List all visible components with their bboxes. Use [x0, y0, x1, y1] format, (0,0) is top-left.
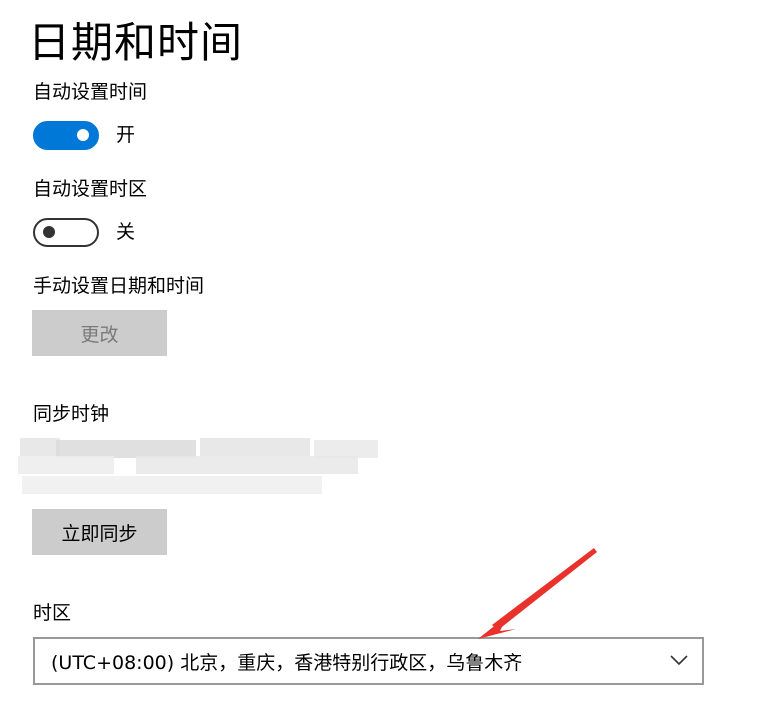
- page-title: 日期和时间: [28, 18, 244, 67]
- sync-now-button[interactable]: 立即同步: [32, 509, 167, 555]
- auto-time-state: 开: [116, 124, 136, 146]
- timezone-label: 时区: [33, 602, 72, 624]
- chevron-down-icon: [670, 655, 688, 665]
- auto-time-label: 自动设置时间: [33, 81, 148, 103]
- timezone-dropdown[interactable]: (UTC+08:00) 北京，重庆，香港特别行政区，乌鲁木齐: [33, 637, 704, 685]
- toggle-knob: [77, 129, 89, 141]
- auto-timezone-label: 自动设置时区: [33, 178, 148, 200]
- auto-time-toggle[interactable]: [33, 120, 99, 150]
- auto-time-toggle-row: 开: [33, 119, 135, 151]
- toggle-knob: [43, 226, 55, 238]
- auto-timezone-toggle-row: 关: [33, 216, 135, 248]
- annotation-arrow-icon: [478, 548, 597, 639]
- sync-clock-label: 同步时钟: [33, 403, 110, 425]
- timezone-selected-value: (UTC+08:00) 北京，重庆，香港特别行政区，乌鲁木齐: [51, 651, 523, 674]
- change-button[interactable]: 更改: [32, 310, 167, 356]
- manual-datetime-label: 手动设置日期和时间: [33, 275, 205, 297]
- auto-timezone-toggle[interactable]: [33, 217, 99, 247]
- redacted-sync-info: [18, 436, 383, 494]
- auto-timezone-state: 关: [116, 221, 136, 243]
